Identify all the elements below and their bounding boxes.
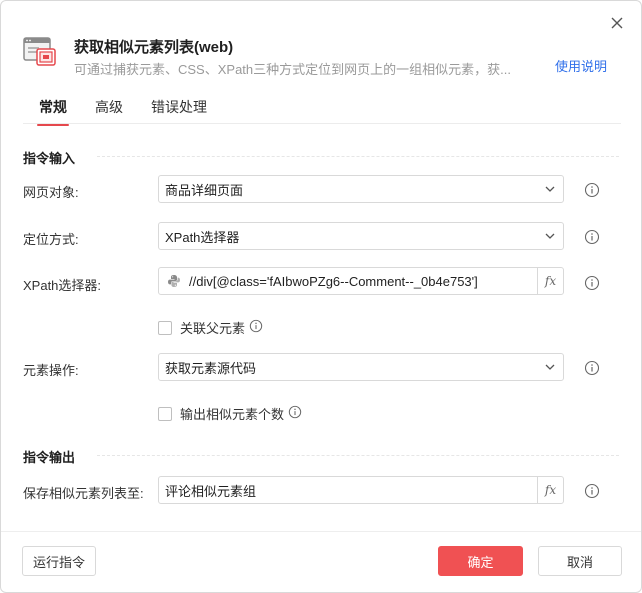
fx-icon[interactable]: fx <box>537 268 563 294</box>
python-icon <box>167 274 181 288</box>
save-to-input[interactable]: 评论相似元素组 fx <box>158 476 564 504</box>
cancel-button[interactable]: 取消 <box>538 546 622 576</box>
info-circle-icon[interactable] <box>584 275 600 291</box>
save-to-value: 评论相似元素组 <box>165 483 257 499</box>
section-divider <box>97 156 619 157</box>
browser-window-icon <box>23 37 57 67</box>
info-circle-icon[interactable] <box>584 229 600 245</box>
save-to-label: 保存相似元素列表至: <box>23 486 144 501</box>
locate-method-select[interactable]: XPath选择器 <box>158 222 564 250</box>
page-object-label: 网页对象: <box>23 185 79 200</box>
output-count-label: 输出相似元素个数 <box>180 407 285 422</box>
locate-method-value: XPath选择器 <box>165 229 240 245</box>
chevron-down-icon <box>537 186 563 192</box>
section-output-title: 指令输出 <box>23 450 76 465</box>
output-count-row: 输出相似元素个数 <box>158 404 302 423</box>
tab-bar: 常规 高级 错误处理 <box>23 97 621 126</box>
chevron-down-icon <box>537 233 563 239</box>
tab-advanced[interactable]: 高级 <box>95 97 123 123</box>
info-circle-icon[interactable] <box>288 405 302 422</box>
dialog-subtitle: 可通过捕获元素、CSS、XPath三种方式定位到网页上的一组相似元素，获... <box>74 62 511 77</box>
related-parent-label: 关联父元素 <box>180 321 246 336</box>
locate-method-label: 定位方式: <box>23 232 79 247</box>
info-circle-icon[interactable] <box>584 182 600 198</box>
run-command-button[interactable]: 运行指令 <box>22 546 96 576</box>
help-link[interactable]: 使用说明 <box>555 56 607 75</box>
info-circle-icon[interactable] <box>584 360 600 376</box>
xpath-value: //div[@class='fAIbwoPZg6--Comment--_0b4e… <box>189 273 478 289</box>
footer-divider <box>1 531 641 532</box>
section-divider <box>97 455 619 456</box>
output-count-checkbox[interactable] <box>158 406 172 421</box>
info-circle-icon[interactable] <box>584 483 600 499</box>
xpath-label: XPath选择器: <box>23 278 102 293</box>
page-object-value: 商品详细页面 <box>165 182 244 198</box>
chevron-down-icon <box>537 364 563 370</box>
xpath-input[interactable]: //div[@class='fAIbwoPZg6--Comment--_0b4e… <box>158 267 564 295</box>
close-icon[interactable] <box>607 13 627 33</box>
dialog: 获取相似元素列表(web) 可通过捕获元素、CSS、XPath三种方式定位到网页… <box>0 0 642 593</box>
fx-icon[interactable]: fx <box>537 477 563 503</box>
related-parent-row: 关联父元素 <box>158 318 263 337</box>
element-action-label: 元素操作: <box>23 363 79 378</box>
tab-error-handling[interactable]: 错误处理 <box>151 97 207 123</box>
ok-button[interactable]: 确定 <box>438 546 523 576</box>
tab-general[interactable]: 常规 <box>37 97 69 126</box>
related-parent-checkbox[interactable] <box>158 320 172 335</box>
section-input-title: 指令输入 <box>23 151 76 166</box>
element-action-select[interactable]: 获取元素源代码 <box>158 353 564 381</box>
element-action-value: 获取元素源代码 <box>165 360 257 376</box>
page-object-select[interactable]: 商品详细页面 <box>158 175 564 203</box>
info-circle-icon[interactable] <box>249 319 263 336</box>
dialog-title: 获取相似元素列表(web) <box>74 39 234 56</box>
